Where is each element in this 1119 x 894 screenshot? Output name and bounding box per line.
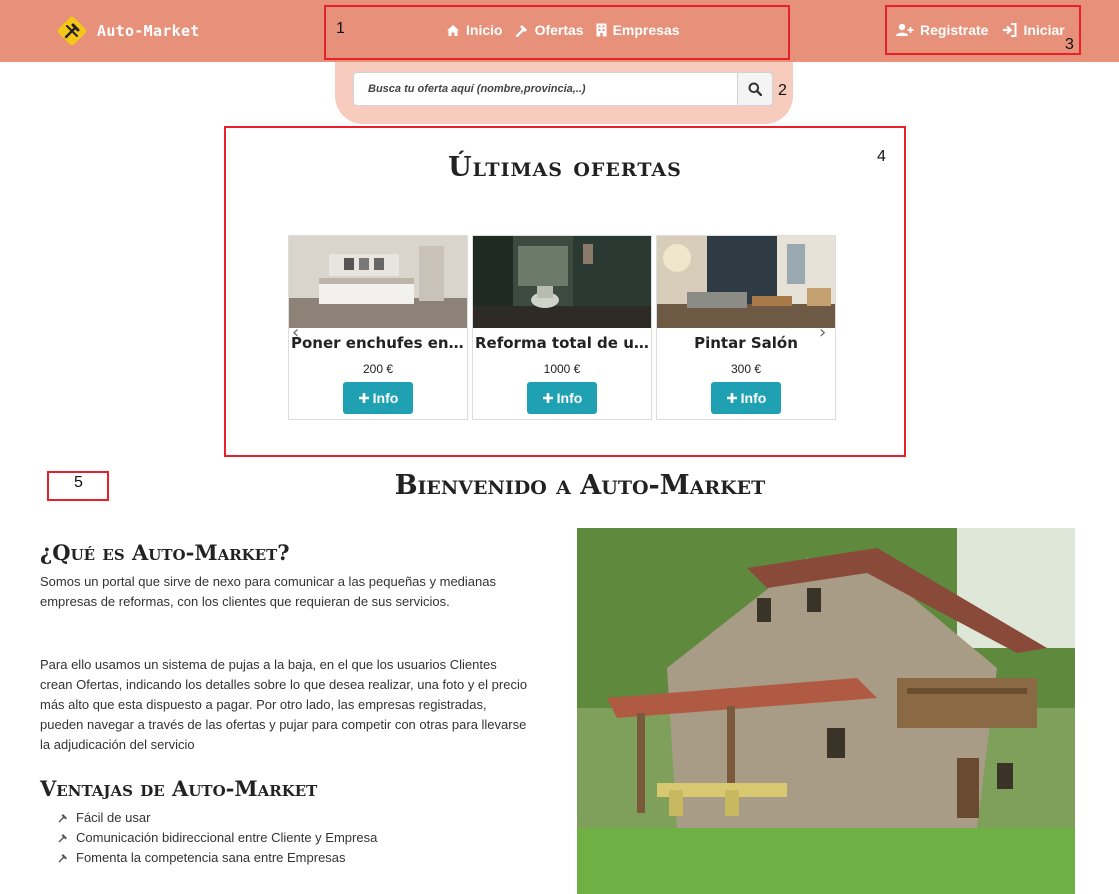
bedroom-photo <box>289 236 467 328</box>
benefits-list: Fácil de usar Comunicación bidireccional… <box>58 808 377 868</box>
plus-icon <box>542 393 553 403</box>
latest-offers-title: Últimas ofertas <box>448 152 682 183</box>
annotation-box-1 <box>324 5 790 60</box>
offer-card-title: Pintar Salón <box>694 334 798 352</box>
benefit-text: Fácil de usar <box>76 810 151 825</box>
annotation-box-3 <box>885 5 1081 55</box>
offer-card: Pintar Salón 300 € Info <box>656 235 836 420</box>
info-button[interactable]: Info <box>711 382 781 414</box>
benefit-item: Comunicación bidireccional entre Cliente… <box>58 828 377 848</box>
offer-card: Reforma total de u... 1000 € Info <box>472 235 652 420</box>
info-button-label: Info <box>740 390 767 406</box>
benefit-item: Fomenta la competencia sana entre Empres… <box>58 848 377 868</box>
plus-icon <box>358 393 369 403</box>
welcome-title: Bienvenido a Auto-Market <box>394 470 766 501</box>
search-icon <box>748 82 762 96</box>
tools-logo-icon <box>56 15 88 47</box>
carousel-prev-icon[interactable]: ‹ <box>292 322 299 343</box>
carousel-next-icon[interactable]: › <box>819 322 826 343</box>
annotation-number-2: 2 <box>778 82 787 99</box>
benefit-item: Fácil de usar <box>58 808 377 828</box>
search-button[interactable] <box>737 72 773 106</box>
hammer-icon <box>58 834 67 843</box>
bathroom-photo <box>473 236 651 328</box>
annotation-number-3: 3 <box>1065 36 1074 53</box>
info-button-label: Info <box>556 390 583 406</box>
stone-house-photo <box>577 528 1075 894</box>
benefits-title: Ventajas de Auto-Market <box>40 776 318 801</box>
benefit-text: Comunicación bidireccional entre Cliente… <box>76 830 378 845</box>
search-panel <box>335 62 793 124</box>
hammer-icon <box>58 854 67 863</box>
offer-card-price: 200 € <box>362 362 394 376</box>
auction-paragraph: Para ello usamos un sistema de pujas a l… <box>40 657 528 752</box>
offer-card-price: 1000 € <box>543 362 581 376</box>
brand-link[interactable]: Auto-Market <box>56 15 200 47</box>
plus-icon <box>726 393 737 403</box>
info-button[interactable]: Info <box>527 382 597 414</box>
brand-name: Auto-Market <box>97 22 200 40</box>
search-input[interactable] <box>353 72 737 106</box>
living-room-photo <box>657 236 835 328</box>
offer-card-price: 300 € <box>730 362 762 376</box>
hammer-icon <box>58 814 67 823</box>
benefit-text: Fomenta la competencia sana entre Empres… <box>76 850 346 865</box>
offer-card-title: Poner enchufes en ... <box>291 334 467 352</box>
intro-paragraph: Somos un portal que sirve de nexo para c… <box>40 574 496 609</box>
offer-card-title: Reforma total de u... <box>475 334 651 352</box>
info-button[interactable]: Info <box>343 382 413 414</box>
what-is-title: ¿Qué es Auto-Market? <box>40 540 290 565</box>
offer-card: Poner enchufes en ... 200 € Info <box>288 235 468 420</box>
annotation-number-1: 1 <box>336 20 345 37</box>
info-button-label: Info <box>372 390 399 406</box>
annotation-number-5: 5 <box>74 474 83 491</box>
